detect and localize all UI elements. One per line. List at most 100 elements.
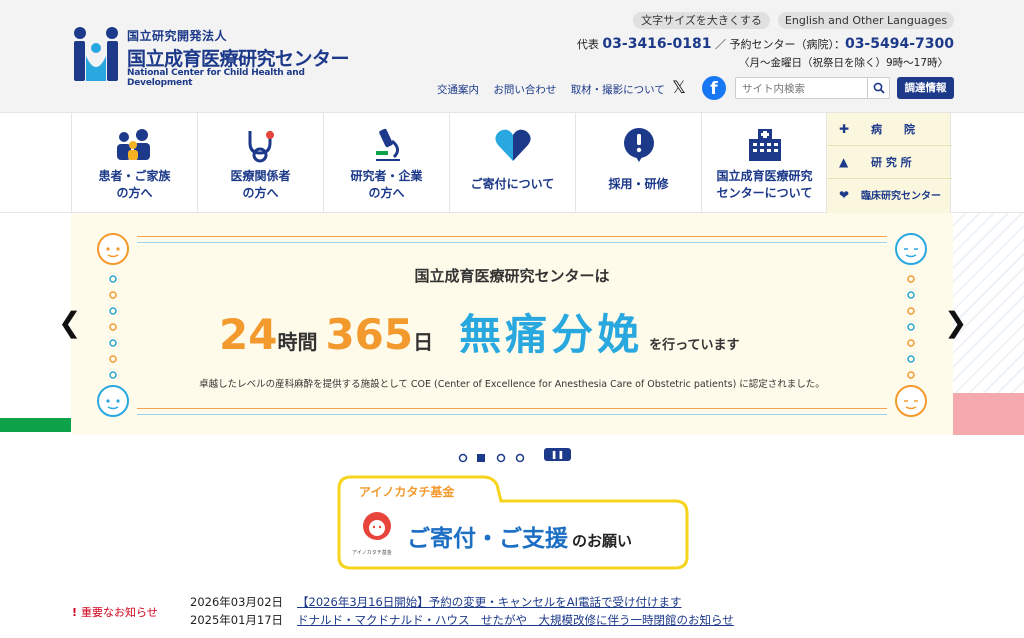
nav-medical[interactable]: 医療関係者 の方へ	[197, 113, 323, 213]
plus-icon: ✚	[839, 122, 850, 136]
divider	[137, 408, 887, 409]
hero-num-days: 365	[325, 310, 414, 359]
donation-banner[interactable]: アイノカタチ基金 アイノカタチ基金 ご寄付・ご支援 のお願い	[335, 475, 689, 570]
news-link[interactable]: ドナルド・マクドナルド・ハウス せたがや 大規模改修に伴う一時閉館のお知らせ	[297, 613, 734, 627]
banner-headline: ご寄付・ご支援 のお願い	[407, 519, 632, 553]
alert-icon: !	[72, 606, 78, 619]
hero-accent-green	[0, 418, 71, 432]
divider	[137, 236, 887, 237]
carousel-next-arrow[interactable]: ❯	[944, 306, 967, 339]
language-button[interactable]: English and Other Languages	[778, 12, 954, 29]
nav-donation[interactable]: ご寄付について	[449, 113, 575, 213]
nav-about-label2: センターについて	[716, 186, 813, 200]
utility-links: 交通案内 お問い合わせ 取材・撮影について	[437, 82, 676, 97]
hero-suffix: を行っています	[649, 338, 740, 353]
nav-about[interactable]: 国立成育医療研究 センターについて	[701, 113, 827, 213]
banner-tab-label: アイノカタチ基金	[359, 485, 455, 499]
nav-donation-label: ご寄付について	[470, 177, 555, 191]
hero-unit-days: 日	[413, 330, 434, 354]
banner-logo-caption: アイノカタチ基金	[352, 550, 392, 556]
logo-org-type: 国立研究開発法人	[127, 29, 228, 43]
carousel-pause-button[interactable]: ❚❚	[544, 448, 571, 461]
link-press[interactable]: 取材・撮影について	[571, 84, 665, 96]
global-nav: 患者・ご家族 の方へ 医療関係者 の方へ 研究者・企業 の方へ ご寄付について …	[0, 112, 1024, 213]
family-icon	[117, 129, 150, 160]
hero-intro: 国立成育医療研究センターは	[414, 267, 610, 285]
carousel-dot[interactable]	[515, 453, 525, 463]
news-item: 2025年01月17日 ドナルド・マクドナルド・ハウス せたがや 大規模改修に伴う…	[190, 612, 734, 628]
phone-info: 代表 03-3416-0181 ／ 予約センター（病院）：03-5494-730…	[577, 36, 954, 52]
hero-note: 卓越したレベルの産科麻酔を提供する施設として COE (Center of Ex…	[199, 379, 825, 390]
news-date: 2025年01月17日	[190, 613, 284, 627]
hero-carousel: 国立成育医療研究センターは 24時間 365日 無痛分娩 を行っています 卓越したレベ…	[0, 213, 1024, 435]
search-icon	[873, 82, 885, 94]
nav-recruit-label: 採用・研修	[608, 177, 669, 191]
hero-main-text: 無痛分娩	[459, 310, 644, 359]
subnav-hospital-label: 病 院	[871, 123, 915, 136]
subnav-research-label: 研 究 所	[871, 156, 912, 169]
baby-face-right-icon	[895, 233, 927, 417]
phone-reserve-number[interactable]: 03-5494-7300	[845, 36, 954, 52]
subnav-research-institute[interactable]: ▲ 研 究 所	[827, 146, 952, 179]
link-contact[interactable]: お問い合わせ	[493, 84, 556, 96]
nav-researchers[interactable]: 研究者・企業 の方へ	[323, 113, 449, 213]
site-header: 国立研究開発法人 国立成育医療研究センター National Center fo…	[0, 0, 1024, 112]
link-access[interactable]: 交通案内	[437, 84, 479, 96]
hero-num-hours: 24	[219, 310, 278, 359]
nav-patients-label2: の方へ	[116, 186, 153, 200]
nav-about-label1: 国立成育医療研究	[716, 169, 813, 183]
hero-accent-stripes	[953, 213, 1024, 393]
important-news: ! 重要なお知らせ 2026年03月02日 【2026年3月16日開始】予約の変更・…	[0, 590, 1024, 638]
flask-icon: ▲	[839, 155, 849, 169]
news-date: 2026年03月02日	[190, 595, 284, 609]
logo-org-name-en: National Center for Child Health and Dev…	[127, 68, 305, 88]
procurement-button[interactable]: 調達情報	[897, 77, 954, 99]
nav-patients[interactable]: 患者・ご家族 の方へ	[71, 113, 197, 213]
search-button[interactable]	[867, 78, 889, 98]
exclamation-icon	[624, 128, 654, 162]
hero-headline: 24時間 365日 無痛分娩 を行っています	[219, 301, 740, 359]
important-news-label: ! 重要なお知らせ	[72, 604, 158, 620]
nav-medical-label1: 医療関係者	[230, 169, 291, 183]
divider	[137, 414, 887, 415]
important-news-title: 重要なお知らせ	[81, 606, 158, 619]
subnav-hospital[interactable]: ✚ 病 院	[827, 113, 952, 146]
phone-rep-label: 代表	[576, 38, 599, 51]
subnav-clinical-label: 臨床研究センター	[861, 191, 941, 202]
hero-accent-pink	[953, 393, 1024, 435]
banner-suffix: のお願い	[572, 532, 633, 550]
divider	[137, 242, 887, 243]
heart-small-icon: ❤	[839, 188, 850, 202]
x-social-icon[interactable]: 𝕏	[668, 77, 690, 99]
heart-icon	[495, 129, 531, 161]
carousel-dot[interactable]	[496, 453, 506, 463]
search-input[interactable]	[742, 81, 862, 96]
hero-slide[interactable]: 国立成育医療研究センターは 24時間 365日 無痛分娩 を行っています 卓越したレベ…	[71, 213, 953, 435]
nav-recruit[interactable]: 採用・研修	[575, 113, 701, 213]
carousel-dot-active[interactable]	[477, 454, 485, 462]
site-search	[735, 77, 890, 99]
phone-rep-number[interactable]: 03-3416-0181	[602, 36, 711, 52]
nav-researchers-label2: の方へ	[368, 186, 405, 200]
subnav-clinical-research[interactable]: ❤ 臨床研究センター	[827, 179, 952, 212]
hero-unit-hours: 時間	[277, 330, 318, 354]
building-icon	[749, 129, 781, 161]
carousel-dot[interactable]	[458, 453, 468, 463]
phone-hours: 〈月〜金曜日（祝祭日を除く）9時〜17時〉	[738, 57, 948, 69]
ainokatachi-logo-icon	[363, 512, 391, 540]
font-size-button[interactable]: 文字サイズを大きくする	[633, 12, 770, 29]
nav-researchers-label1: 研究者・企業	[350, 169, 423, 183]
site-logo[interactable]: 国立研究開発法人 国立成育医療研究センター National Center fo…	[72, 24, 352, 88]
carousel-dots	[458, 449, 538, 463]
phone-separator: ／ 予約センター（病院）：	[714, 38, 845, 51]
subnav-institutions: ✚ 病 院 ▲ 研 究 所 ❤ 臨床研究センター	[826, 113, 952, 213]
nav-medical-label2: の方へ	[242, 186, 279, 200]
banner-main-text: ご寄付・ご支援	[407, 526, 568, 552]
baby-face-left-icon	[97, 233, 129, 417]
ncchd-logo-icon	[74, 27, 118, 81]
microscope-icon	[376, 128, 400, 161]
logo-org-name: 国立成育医療研究センター	[127, 48, 350, 70]
facebook-icon[interactable]: f	[702, 76, 726, 100]
carousel-prev-arrow[interactable]: ❮	[58, 306, 81, 339]
news-link[interactable]: 【2026年3月16日開始】予約の変更・キャンセルをAI電話で受け付けます	[297, 595, 681, 609]
